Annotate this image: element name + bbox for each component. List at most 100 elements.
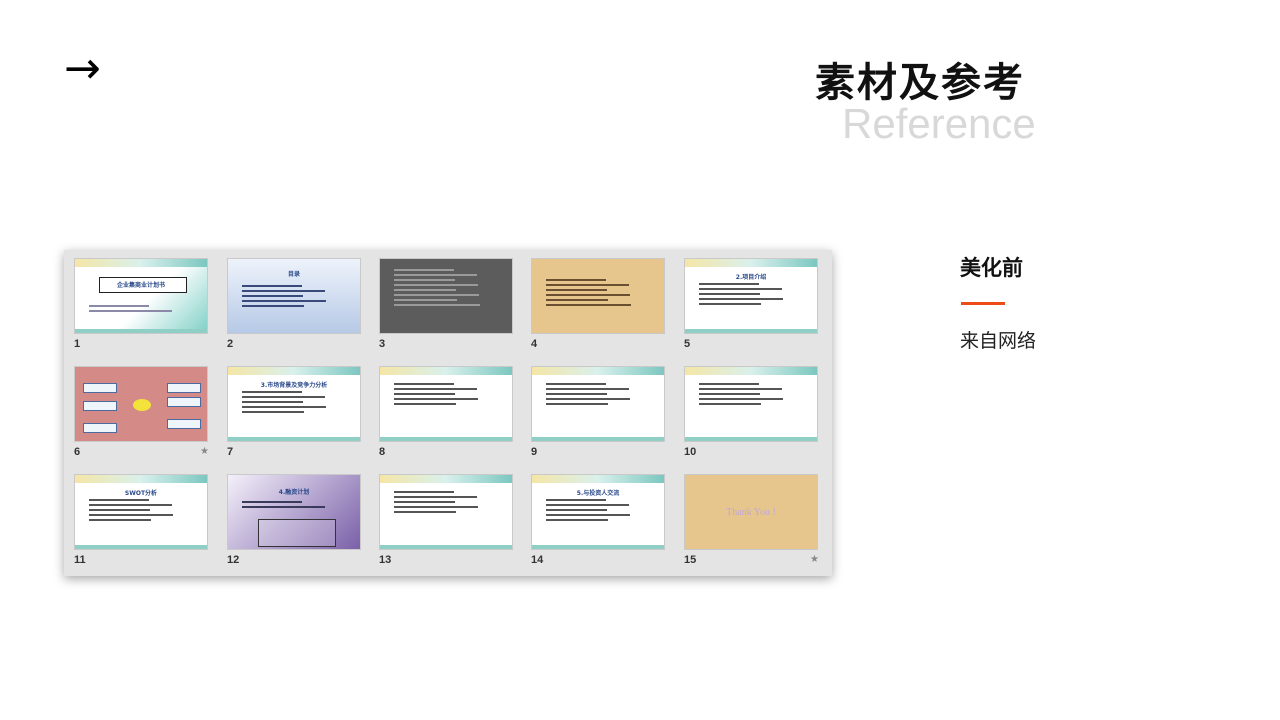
slide-text-line — [394, 491, 454, 493]
slide-text-line — [546, 509, 607, 511]
slide-title: Thank You ! — [726, 507, 776, 518]
slide-thumbnail-14[interactable]: 5.与投资人交流 — [531, 474, 665, 550]
slide-text-line — [242, 300, 326, 302]
slide-table — [258, 519, 336, 547]
slide-text-line — [394, 279, 455, 281]
slide-text-line — [242, 391, 302, 393]
slide-text-line — [242, 506, 325, 508]
slide-text-line — [699, 383, 759, 385]
mindmap-node — [167, 419, 201, 429]
slide-footer-bar — [75, 545, 207, 549]
slide-number: 12 — [227, 554, 240, 566]
mindmap-node — [167, 383, 201, 393]
slide-thumbnail-9[interactable] — [531, 366, 665, 442]
slide-text-line — [699, 293, 760, 295]
slide-footer-bar — [532, 545, 664, 549]
mindmap-node — [83, 401, 117, 411]
slide-header-bar — [75, 259, 207, 267]
slide-text-line — [546, 289, 607, 291]
slide-text-line — [242, 295, 303, 297]
slide-number: 2 — [227, 338, 234, 350]
slide-text-line — [242, 305, 304, 307]
slide-text-line — [546, 499, 606, 501]
slide-thumbnail-15[interactable]: Thank You ! — [684, 474, 818, 550]
slide-text-line — [242, 501, 302, 503]
slide-thumbnail-3[interactable] — [379, 258, 513, 334]
slide-footer-bar — [532, 437, 664, 441]
slide-text-line — [394, 274, 477, 276]
slide-text-line — [394, 496, 477, 498]
mindmap-node — [83, 423, 117, 433]
slide-text-line — [89, 519, 151, 521]
slide-text-line — [699, 403, 761, 405]
slide-footer-bar — [75, 329, 207, 333]
slide-text-line — [394, 284, 478, 286]
slide-header-bar — [380, 367, 512, 375]
slide-header-bar — [532, 475, 664, 483]
slide-number: 6 — [74, 446, 81, 458]
slide-text-line — [546, 519, 608, 521]
mindmap-node — [83, 383, 117, 393]
slide-text-line — [546, 393, 607, 395]
mindmap-node — [167, 397, 201, 407]
slide-thumbnail-1[interactable]: 企业集商业计划书 — [74, 258, 208, 334]
accent-divider — [961, 302, 1005, 305]
slide-text-line — [394, 289, 456, 291]
slide-text-line — [699, 303, 761, 305]
slide-thumbnail-2[interactable]: 目录 — [227, 258, 361, 334]
slide-footer-bar — [685, 329, 817, 333]
slide-text-line — [546, 284, 629, 286]
slide-text-line — [546, 383, 606, 385]
slide-thumbnail-13[interactable] — [379, 474, 513, 550]
slide-text-line — [89, 504, 172, 506]
slide-thumbnail-12[interactable]: 4.融资计划 — [227, 474, 361, 550]
slide-header-bar — [685, 367, 817, 375]
slide-text-line — [546, 504, 629, 506]
slide-text-line — [394, 383, 454, 385]
star-icon: ★ — [810, 554, 819, 565]
slide-header-bar — [75, 475, 207, 483]
slide-text-line — [89, 310, 172, 312]
slide-text-line — [699, 288, 782, 290]
slide-text-line — [546, 514, 630, 516]
slide-text-line — [394, 403, 456, 405]
slide-text-line — [546, 294, 630, 296]
slide-thumbnail-6[interactable] — [74, 366, 208, 442]
slide-thumbnail-11[interactable]: SWOT分析 — [74, 474, 208, 550]
slide-text-line — [242, 406, 326, 408]
slide-text-line — [699, 398, 783, 400]
slide-thumbnail-8[interactable] — [379, 366, 513, 442]
slide-number: 14 — [531, 554, 544, 566]
slide-header-bar — [380, 475, 512, 483]
star-icon: ★ — [200, 446, 209, 457]
slide-number: 8 — [379, 446, 386, 458]
slide-text-line — [394, 388, 477, 390]
slide-text-line — [394, 304, 480, 306]
slide-text-line — [394, 506, 478, 508]
slide-text-line — [394, 398, 478, 400]
mindmap-center-node — [133, 399, 151, 411]
slide-title: 5.与投资人交流 — [576, 490, 620, 497]
slide-text-line — [546, 279, 606, 281]
slide-text-line — [699, 283, 759, 285]
slide-sorter-panel: 企业集商业计划书 1 目录 2 3 4 2.项目介绍 5 6 ★ 3.市场背景及竞争力分析 7 8 9 10… — [64, 250, 832, 576]
slide-text-line — [242, 396, 325, 398]
slide-number: 13 — [379, 554, 392, 566]
slide-thumbnail-10[interactable] — [684, 366, 818, 442]
slide-text-line — [394, 299, 457, 301]
slide-text-line — [546, 403, 608, 405]
slide-header-bar — [685, 259, 817, 267]
slide-number: 4 — [531, 338, 538, 350]
slide-title: 目录 — [287, 271, 300, 278]
slide-text-line — [89, 509, 150, 511]
slide-header-bar — [228, 367, 360, 375]
slide-text-line — [89, 514, 173, 516]
slide-text-line — [89, 305, 149, 307]
slide-title: SWOT分析 — [124, 490, 158, 497]
slide-thumbnail-4[interactable] — [531, 258, 665, 334]
slide-thumbnail-7[interactable]: 3.市场背景及竞争力分析 — [227, 366, 361, 442]
slide-text-line — [699, 388, 782, 390]
slide-text-line — [242, 411, 304, 413]
slide-number: 3 — [379, 338, 386, 350]
slide-thumbnail-5[interactable]: 2.项目介绍 — [684, 258, 818, 334]
